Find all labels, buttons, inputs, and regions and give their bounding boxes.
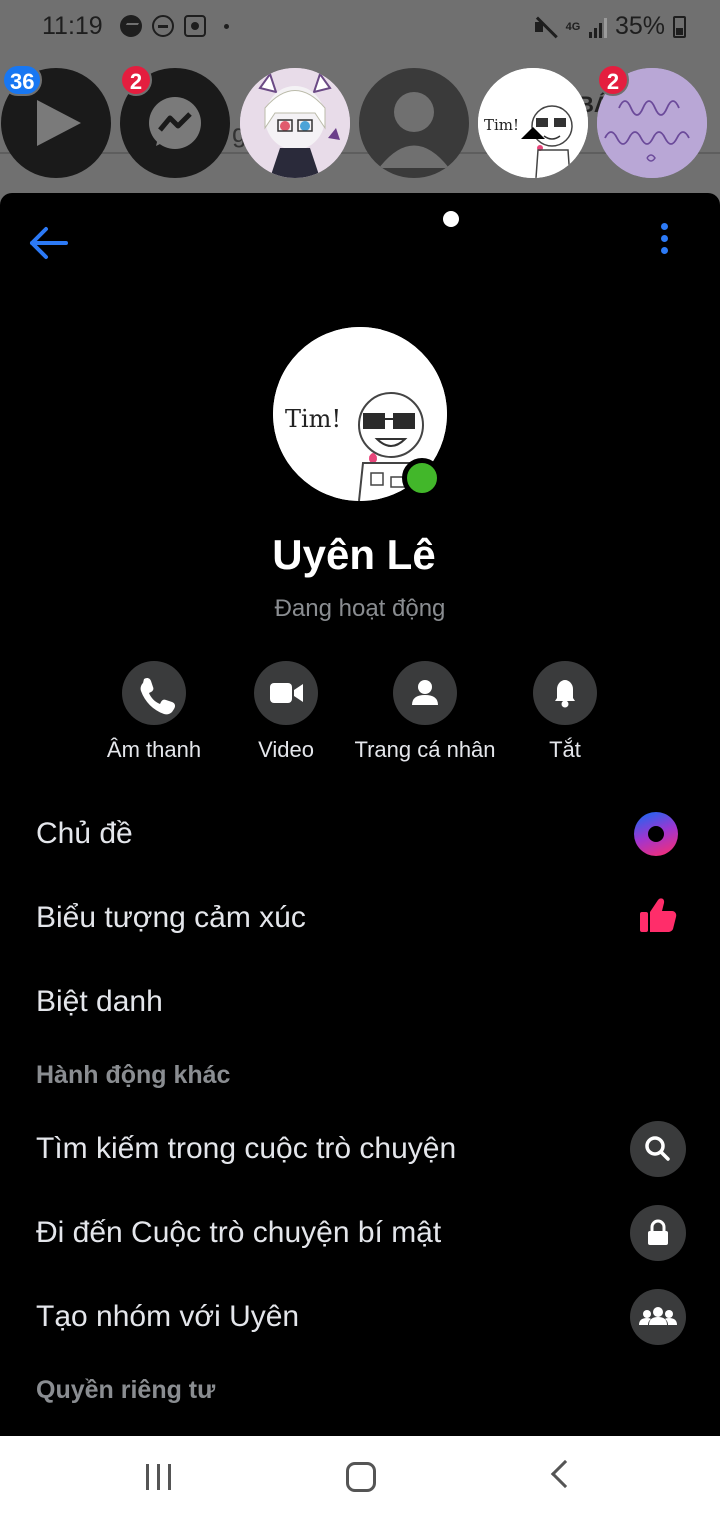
battery-icon	[673, 15, 686, 38]
chat-head-anime-avatar[interactable]	[240, 68, 350, 178]
signal-icon	[588, 16, 607, 38]
svg-text:Tim!: Tim!	[285, 405, 341, 433]
video-camera-icon	[254, 661, 318, 725]
chat-heads-row: g BÁ 36 2 Tim! 2	[0, 56, 720, 237]
screen: 11:19 4G 35% g BÁ 36 2 Tim! 2 Tim! Uyên …	[0, 0, 720, 1520]
messenger-notification-icon	[120, 15, 142, 37]
videos-badge: 36	[2, 64, 43, 96]
uyen-avatar-small-image: Tim!	[478, 68, 588, 178]
search-conversation-row[interactable]: Tìm kiếm trong cuộc trò chuyện	[36, 1117, 686, 1181]
messenger-badge: 2	[120, 64, 152, 96]
more-notifications-dot-icon	[224, 23, 229, 29]
nicknames-label: Biệt danh	[36, 985, 163, 1018]
network-type: 4G	[565, 20, 581, 33]
secret-conversation-row[interactable]: Đi đến Cuộc trò chuyện bí mật	[36, 1201, 686, 1265]
status-bar: 11:19 4G 35%	[0, 0, 720, 56]
privacy-header: Quyền riêng tư	[36, 1376, 216, 1404]
more-vertical-icon	[650, 223, 678, 254]
theme-gradient-icon	[634, 812, 678, 856]
group-icon	[630, 1289, 686, 1345]
nicknames-row[interactable]: Biệt danh	[36, 970, 686, 1034]
selected-head-pointer	[521, 127, 545, 139]
chat-head-default-avatar[interactable]	[359, 68, 469, 178]
chat-head-uyen-le[interactable]: Tim!	[478, 68, 588, 178]
search-icon	[630, 1121, 686, 1177]
search-conversation-label: Tìm kiếm trong cuộc trò chuyện	[36, 1132, 457, 1165]
emoji-label: Biểu tượng cảm xúc	[36, 901, 306, 934]
system-back-button[interactable]	[550, 1459, 580, 1489]
secret-conversation-label: Đi đến Cuộc trò chuyện bí mật	[36, 1216, 442, 1249]
profile-name: Uyên Lê	[272, 531, 436, 578]
mute-icon	[533, 16, 557, 38]
bell-icon	[533, 661, 597, 725]
mute-button[interactable]: Tắt	[475, 661, 655, 763]
lock-icon	[630, 1205, 686, 1261]
anime-avatar-image	[240, 68, 350, 178]
more-options-button[interactable]	[650, 219, 678, 263]
home-button[interactable]	[346, 1462, 376, 1492]
handwriting-badge: 2	[597, 64, 629, 96]
system-icons: 4G 35%	[533, 12, 686, 41]
person-icon	[393, 661, 457, 725]
active-status: Đang hoạt động	[274, 595, 446, 622]
recent-apps-button[interactable]	[146, 1464, 171, 1490]
create-group-label: Tạo nhóm với Uyên	[36, 1300, 300, 1333]
theme-label: Chủ đề	[36, 817, 133, 850]
conversation-details-panel: Tim! Uyên Lê Đang hoạt động Âm thanh Vid…	[0, 193, 720, 1436]
phone-icon	[122, 661, 186, 725]
svg-text:Tim!: Tim!	[484, 116, 519, 134]
online-status-dot	[402, 458, 442, 498]
theme-row[interactable]: Chủ đề	[36, 802, 686, 866]
more-actions-header: Hành động khác	[36, 1061, 231, 1089]
back-arrow-icon	[30, 227, 68, 259]
screenshot-notification-icon	[184, 15, 206, 37]
do-not-disturb-icon	[152, 15, 174, 37]
battery-percent: 35%	[614, 12, 665, 40]
emoji-row[interactable]: Biểu tượng cảm xúc	[36, 886, 686, 950]
create-group-row[interactable]: Tạo nhóm với Uyên	[36, 1285, 686, 1349]
status-time: 11:19	[42, 12, 103, 40]
thumbs-up-icon	[636, 894, 680, 943]
system-navigation-bar	[0, 1436, 720, 1520]
mute-label: Tắt	[549, 737, 581, 762]
back-button[interactable]	[26, 221, 70, 265]
person-placeholder-icon	[379, 92, 449, 168]
notification-icons	[120, 15, 229, 37]
